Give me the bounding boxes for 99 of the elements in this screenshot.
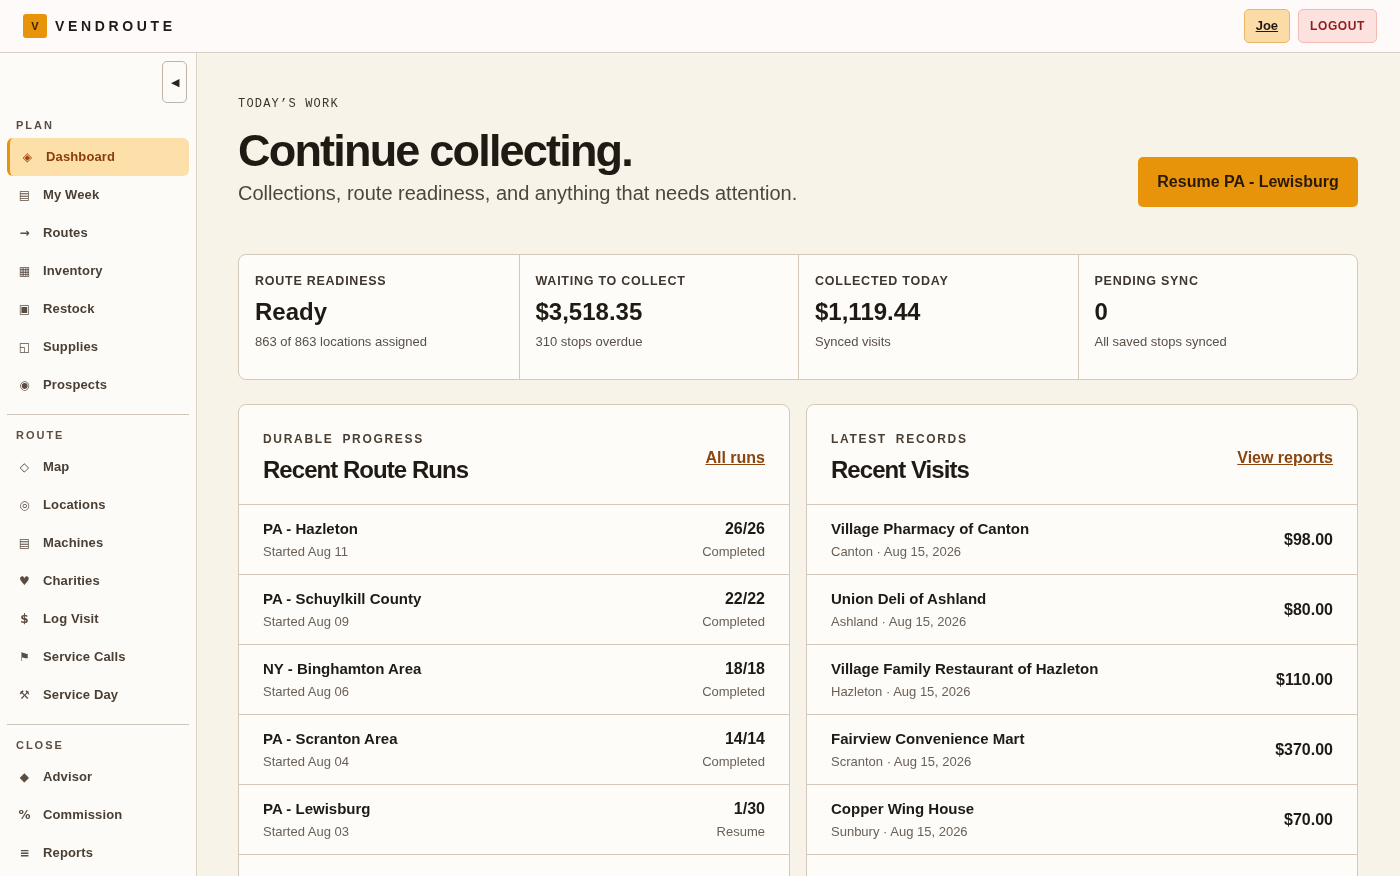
sidebar-item[interactable]: ◉ Prospects [7, 366, 189, 404]
stat-label: PENDING SYNC [1094, 273, 1200, 289]
run-start-date: Started Aug 03 [263, 822, 350, 841]
card-eyebrow: DURABLE PROGRESS [263, 432, 425, 446]
visit-detail: Ashland · Aug 15, 2026 [831, 612, 968, 631]
resume-button[interactable]: Resume PA - Lewisburg [1138, 157, 1358, 207]
sidebar-item[interactable]: ♥ Charities [7, 562, 189, 600]
run-stop-count: 26/26 [724, 518, 765, 539]
sidebar-item[interactable]: $ Log Visit [7, 600, 189, 638]
visit-location: Union Deli of Ashland [831, 588, 987, 609]
run-stop-count: 22/22 [724, 588, 765, 609]
section-heading: ROUTE [15, 430, 66, 441]
run-status: Completed [702, 612, 765, 631]
diamond-icon: ◆ [18, 770, 31, 784]
run-stop-count: 14/14 [724, 728, 765, 749]
sidebar-item[interactable]: ▤ Machines [7, 524, 189, 562]
stat-value: $1,119.44 [815, 297, 922, 327]
page-title: Continue collecting. [238, 124, 633, 178]
sidebar-item[interactable]: ◎ Locations [7, 486, 189, 524]
visit-amount: $70.00 [1284, 809, 1333, 830]
sidebar-item[interactable]: ◈ Dashboard [7, 138, 189, 176]
visit-detail: Scranton · Aug 15, 2026 [831, 752, 973, 771]
sidebar-item[interactable]: ≡ Reports [7, 834, 189, 872]
card-link[interactable]: View reports [1237, 446, 1333, 470]
diamond-dot-icon: ◈ [21, 150, 34, 164]
stat-label: ROUTE READINESS [255, 273, 388, 289]
dollar-icon: $ [18, 612, 31, 626]
run-name: PA - Scranton Area [263, 728, 398, 749]
visit-detail: Sunbury · Aug 15, 2026 [831, 822, 969, 841]
sidebar-item[interactable]: ◆ Advisor [7, 758, 189, 796]
page-eyebrow: TODAY’S WORK [238, 97, 340, 111]
flag-icon: ⚑ [18, 650, 31, 664]
visit-location: Village Pharmacy of Canton [831, 518, 1030, 539]
panel-icon: ◱ [18, 340, 31, 354]
run-name: PA - Lewisburg [263, 798, 371, 819]
stat-label: WAITING TO COLLECT [535, 273, 687, 289]
run-name: PA - Schuylkill County [263, 588, 422, 609]
sidebar-item[interactable]: ◇ Map [7, 448, 189, 486]
run-name: NY - Binghamton Area [263, 658, 422, 679]
ring-icon: ◎ [18, 498, 31, 512]
run-start-date: Started Aug 11 [263, 542, 350, 561]
logo-icon: V [23, 14, 47, 38]
target-icon: ◉ [18, 378, 31, 392]
visit-amount: $80.00 [1284, 599, 1333, 620]
user-button[interactable]: Joe [1243, 9, 1291, 43]
percent-icon: % [18, 808, 31, 822]
visit-location: Village Family Restaurant of Hazleton [831, 658, 1099, 679]
heart-icon: ♥ [18, 574, 31, 588]
collapse-button[interactable]: ◀ [162, 61, 187, 103]
section-heading: PLAN [15, 120, 55, 131]
stat-note: All saved stops synced [1094, 334, 1228, 350]
arrow-right-icon: → [18, 226, 31, 240]
card-title: Recent Route Runs [263, 456, 469, 484]
list-icon: ▤ [18, 536, 31, 550]
run-status: Completed [702, 752, 765, 771]
visit-amount: $98.00 [1284, 529, 1333, 550]
diamond-outline-icon: ◇ [18, 460, 31, 474]
list-icon: ▤ [18, 188, 31, 202]
run-start-date: Started Aug 06 [263, 682, 350, 701]
sidebar-item[interactable]: ⚑ Service Calls [7, 638, 189, 676]
tools-icon: ⚒ [18, 688, 31, 702]
brand-name: VENDROUTE [55, 16, 176, 36]
visit-amount: $370.00 [1275, 739, 1333, 760]
sidebar-item[interactable]: ▣ Restock [7, 290, 189, 328]
stat-note: 863 of 863 locations assigned [255, 334, 428, 350]
run-stop-count: 1/30 [733, 798, 765, 819]
section-heading: CLOSE [15, 740, 65, 751]
run-stop-count: 18/18 [724, 658, 765, 679]
card-link[interactable]: All runs [705, 446, 765, 470]
logout-button[interactable]: LOGOUT [1298, 9, 1377, 43]
stat-value: Ready [255, 297, 329, 327]
run-start-date: Started Aug 04 [263, 752, 350, 771]
run-status: Completed [702, 542, 765, 561]
stat-note: Synced visits [815, 334, 892, 350]
run-start-date: Started Aug 09 [263, 612, 350, 631]
visit-amount: $110.00 [1276, 669, 1333, 690]
sidebar-item[interactable]: ◱ Supplies [7, 328, 189, 366]
run-name: PA - Hazleton [263, 518, 358, 539]
page-subtitle: Collections, route readiness, and anything that needs attention. [238, 181, 798, 206]
menu-lines-icon: ≡ [18, 846, 31, 860]
visit-location: Copper Wing House [831, 798, 975, 819]
stat-value: 0 [1094, 297, 1109, 327]
stat-value: $3,518.35 [535, 297, 644, 327]
visit-location: Fairview Convenience Mart [831, 728, 1025, 749]
square-icon: ▣ [18, 302, 31, 316]
sidebar-item[interactable]: ▤ My Week [7, 176, 189, 214]
visit-detail: Canton · Aug 15, 2026 [831, 542, 963, 561]
stat-note: 310 stops overdue [535, 334, 644, 350]
grid-icon: ▦ [18, 264, 31, 278]
card-eyebrow: LATEST RECORDS [831, 432, 969, 446]
sidebar-item[interactable]: % Commission [7, 796, 189, 834]
sidebar-item[interactable]: ⚒ Service Day [7, 676, 189, 714]
run-status: Resume [716, 822, 765, 841]
sidebar-item[interactable]: ▦ Inventory [7, 252, 189, 290]
sidebar-item[interactable]: → Routes [7, 214, 189, 252]
run-status: Completed [702, 682, 765, 701]
visit-detail: Hazleton · Aug 15, 2026 [831, 682, 972, 701]
card-title: Recent Visits [831, 456, 969, 484]
stat-label: COLLECTED TODAY [815, 273, 950, 289]
